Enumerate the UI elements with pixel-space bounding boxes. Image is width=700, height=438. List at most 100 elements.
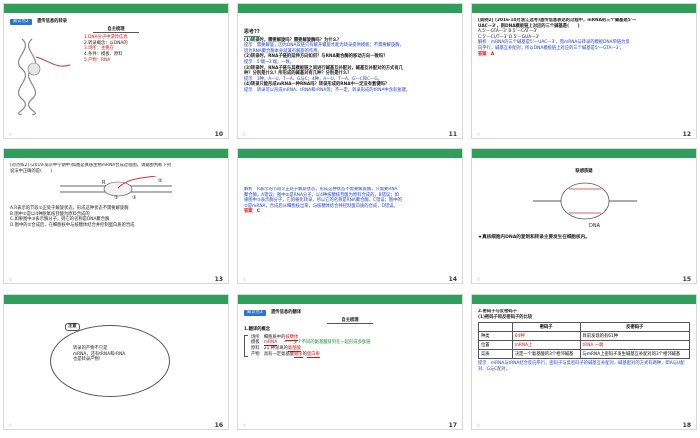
note-title: 注意 xyxy=(65,323,80,331)
section-badge: 知识点2 xyxy=(10,19,32,25)
figure-label-r: R xyxy=(102,180,106,186)
table-cell: 64种 xyxy=(511,331,581,342)
slide-content: 联想质疑 DNA ★真核细胞内DNA的复制和转录主要发生在细胞核内。 xyxy=(478,163,690,273)
slide-content: 解析 R表示的节段①正处于解旋状态，形成这种状态不需要解旋酶，只需要RNA 聚合… xyxy=(244,187,456,273)
row-value: 21 种游离的 xyxy=(263,345,288,351)
slide-header-band xyxy=(472,149,696,158)
slide-number: 11 xyxy=(448,131,457,138)
table-row: 实质 决定一个氨基酸的3个相邻碱基 与mRNA上密码子发生碱基互补配对的3个相邻… xyxy=(478,349,690,360)
slide-thumbnail-12[interactable]: [典例2] (2016·10月浙江选考)遗传信息表达的过程中，mRNA的三个碱基… xyxy=(471,3,697,139)
answer-line: 答案 C xyxy=(244,209,261,215)
slide-number: 18 xyxy=(682,422,691,429)
table-cell: mRNA上 xyxy=(511,340,581,351)
slide-footer: ☆ 18 xyxy=(472,420,696,429)
table-cell: 与mRNA上密码子发生碱基互补配对的3个相邻碱基 xyxy=(579,349,690,360)
answer-line: 答案 A xyxy=(478,51,495,57)
star-icon: ☆ xyxy=(242,132,247,138)
figure-label-1: ① xyxy=(114,195,119,200)
slide-footer: ☆ 16 xyxy=(4,420,228,429)
slide-thumbnail-13[interactable]: [对点练2] (2019·南京中学期中)如图是真核生物mRNA合成过程图，请据图… xyxy=(3,148,229,284)
star-icon: ☆ xyxy=(242,423,247,429)
table-header-cell: 密码子 xyxy=(511,322,581,333)
diagram-label: 5.产物：RNA xyxy=(84,57,111,63)
slide-content: 注意 转录的产物不只是 mRNA，还有tRNA和rRNA 也是转录产物！ xyxy=(10,309,222,419)
row-key: 模板 xyxy=(251,340,260,346)
slide-footer: ☆ 13 xyxy=(4,274,228,283)
note-line: 也是转录产物！ xyxy=(73,357,104,363)
slide-number: 12 xyxy=(682,131,691,138)
slide-header-band xyxy=(238,295,462,304)
section-badge: 知识点3 xyxy=(244,310,266,316)
slide-heading: 遗传信息的转录 xyxy=(37,19,68,24)
slide-header-band xyxy=(4,4,228,13)
star-icon: ☆ xyxy=(476,277,481,283)
slide-thumbnail-11[interactable]: 思考?? (1)转录时，需要解旋吗？需要解旋酶吗？为什么？ 提示 需要解旋，因为… xyxy=(237,3,463,139)
slide-heading: 遗传信息的翻译 xyxy=(271,310,302,315)
slide-header-band xyxy=(238,4,462,13)
slide-subheading: 自主梳理 xyxy=(93,27,139,34)
star-icon: ☆ xyxy=(476,132,481,138)
slide-header-band xyxy=(472,4,696,13)
slide-number: 16 xyxy=(214,422,223,429)
table-cell: 实质 xyxy=(478,349,513,360)
slide-footer: ☆ 11 xyxy=(238,129,462,138)
figure-label-2: ② xyxy=(158,178,163,184)
slide-content: [典例2] (2016·10月浙江选考)遗传信息表达的过程中，mRNA的三个碱基… xyxy=(478,18,690,128)
slide-number: 10 xyxy=(214,131,223,138)
dna-label: DNA xyxy=(589,223,601,229)
row-answer: 蛋白质 xyxy=(306,351,320,358)
table-cell: 目前发现的有61种 xyxy=(579,331,690,342)
figure-label-3: ③ xyxy=(132,195,136,200)
row-answer: 顺序 xyxy=(293,351,303,358)
star-icon: ☆ xyxy=(476,423,481,429)
table-cell: 决定一个氨基酸的3个相邻碱基 xyxy=(511,349,581,360)
slide-content: [对点练2] (2019·南京中学期中)如图是真核生物mRNA合成过程图，请据图… xyxy=(10,163,222,273)
note-bubble: 注意 转录的产物不只是 mRNA，还有tRNA和rRNA 也是转录产物！ xyxy=(50,323,170,397)
slide-subheading: 自主梳理 xyxy=(327,318,373,325)
section-title: 1.翻译的概念 xyxy=(244,327,271,333)
slide-footer: ☆ 14 xyxy=(238,274,462,283)
slide-footer: ☆ 17 xyxy=(238,420,462,429)
slide-header-band xyxy=(238,149,462,158)
table-header-row: 密码子 反密码子 xyxy=(478,322,690,333)
aside-note: —— 多个不同的氨基酸排列在一起形成多肽链 xyxy=(283,340,371,346)
slide-number: 14 xyxy=(448,276,457,283)
table-cell: 种类 xyxy=(478,331,513,342)
slide-footer: ☆ 15 xyxy=(472,274,696,283)
row-value: 具有一定氨基酸 xyxy=(263,351,294,357)
table-cell: 位置 xyxy=(478,340,513,351)
slide-thumbnail-10[interactable]: 知识点2 遗传信息的转录 自主梳理 1.DNA分子中遗传信息 2.转录概念：以D… xyxy=(3,3,229,139)
slide-header-band xyxy=(4,149,228,158)
note-text: 提示 mRNA与tRNA结合反向平行，密码子与反密码子的碱基互补配对，碱基配对的… xyxy=(478,361,685,372)
table-row: 种类 64种 目前发现的有61种 xyxy=(478,331,690,342)
caption-text: ★真核细胞内DNA的复制和转录主要发生在细胞核内。 xyxy=(478,234,590,240)
slide-content: 知识点3 遗传信息的翻译 自主梳理 1.翻译的概念 场所 细胞质中的核糖体 模板… xyxy=(244,309,456,419)
text-line: 说法中正确的是( ) xyxy=(10,168,53,174)
slide-header-band xyxy=(4,295,228,304)
slide-header-band xyxy=(472,295,696,304)
row-key: 原料 xyxy=(251,345,260,351)
slide-thumbnail-16[interactable]: 注意 转录的产物不只是 mRNA，还有tRNA和rRNA 也是转录产物！ ☆ 1… xyxy=(3,294,229,430)
slide-content: 知识点2 遗传信息的转录 自主梳理 1.DNA分子中遗传信息 2.转录概念：以D… xyxy=(10,18,222,128)
slide-footer: ☆ 12 xyxy=(472,129,696,138)
slide-thumbnail-18[interactable]: 2.密码子与反密码子 (1)密码子和反密码子的比较 密码子 反密码子 种类 64… xyxy=(471,294,697,430)
slide-thumbnail-15[interactable]: 联想质疑 DNA ★真核细胞内DNA的复制和转录主要发生在细胞核内。 ☆ 15 xyxy=(471,148,697,284)
star-icon: ☆ xyxy=(8,423,13,429)
slide-number: 13 xyxy=(214,276,223,283)
slide-sorter-grid: 知识点2 遗传信息的转录 自主梳理 1.DNA分子中遗传信息 2.转录概念：以D… xyxy=(0,0,700,438)
slide-content: 思考?? (1)转录时，需要解旋吗？需要解旋酶吗？为什么？ 提示 需要解旋，因为… xyxy=(244,18,456,128)
table-cell: tRNA 一端 xyxy=(579,340,690,351)
slide-thumbnail-14[interactable]: 解析 R表示的节段①正处于解旋状态，形成这种状态不需要解旋酶，只需要RNA 聚合… xyxy=(237,148,463,284)
slide-content: 2.密码子与反密码子 (1)密码子和反密码子的比较 密码子 反密码子 种类 64… xyxy=(478,309,690,419)
slide-number: 15 xyxy=(682,276,691,283)
star-icon: ☆ xyxy=(8,277,13,283)
slide-thumbnail-17[interactable]: 知识点3 遗传信息的翻译 自主梳理 1.翻译的概念 场所 细胞质中的核糖体 模板… xyxy=(237,294,463,430)
dna-replication-bubble-diagram: DNA xyxy=(533,182,637,229)
table-row: 位置 mRNA上 tRNA 一端 xyxy=(478,340,690,351)
table-header-cell xyxy=(478,322,513,333)
transcription-diagram xyxy=(18,38,71,116)
star-icon: ☆ xyxy=(242,277,247,283)
brace-bracket xyxy=(244,334,248,358)
slide-footer: ☆ 10 xyxy=(4,129,228,138)
section-subtitle: (1)密码子和反密码子的比较 xyxy=(478,314,533,320)
